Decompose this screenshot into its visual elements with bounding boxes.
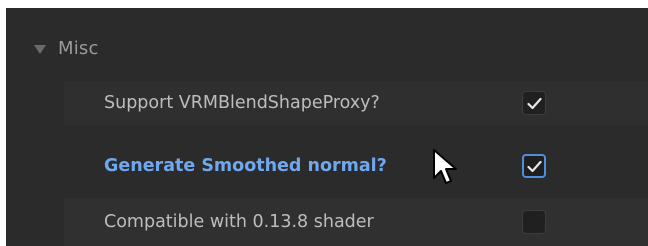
section-title: Misc: [58, 37, 99, 59]
misc-section-header[interactable]: Misc: [34, 33, 99, 63]
property-row-support-blendshape: Support VRMBlendShapeProxy?: [64, 81, 648, 125]
smoothed-normal-checkbox[interactable]: [522, 154, 546, 178]
property-row-smoothed-normal: Generate Smoothed normal?: [64, 144, 648, 188]
property-row-compatible-shader: Compatible with 0.13.8 shader: [64, 198, 648, 246]
checkmark-icon: [526, 97, 542, 109]
row-label: Support VRMBlendShapeProxy?: [104, 93, 380, 113]
triangle-down-icon[interactable]: [34, 44, 46, 54]
row-label: Generate Smoothed normal?: [104, 156, 387, 176]
compatible-shader-checkbox[interactable]: [522, 210, 546, 234]
inspector-panel: Misc Support VRMBlendShapeProxy? Generat…: [0, 0, 648, 246]
support-blendshape-checkbox[interactable]: [522, 91, 546, 115]
checkmark-icon: [526, 160, 542, 172]
mouse-pointer-icon: [433, 149, 457, 184]
row-label: Compatible with 0.13.8 shader: [104, 212, 374, 232]
